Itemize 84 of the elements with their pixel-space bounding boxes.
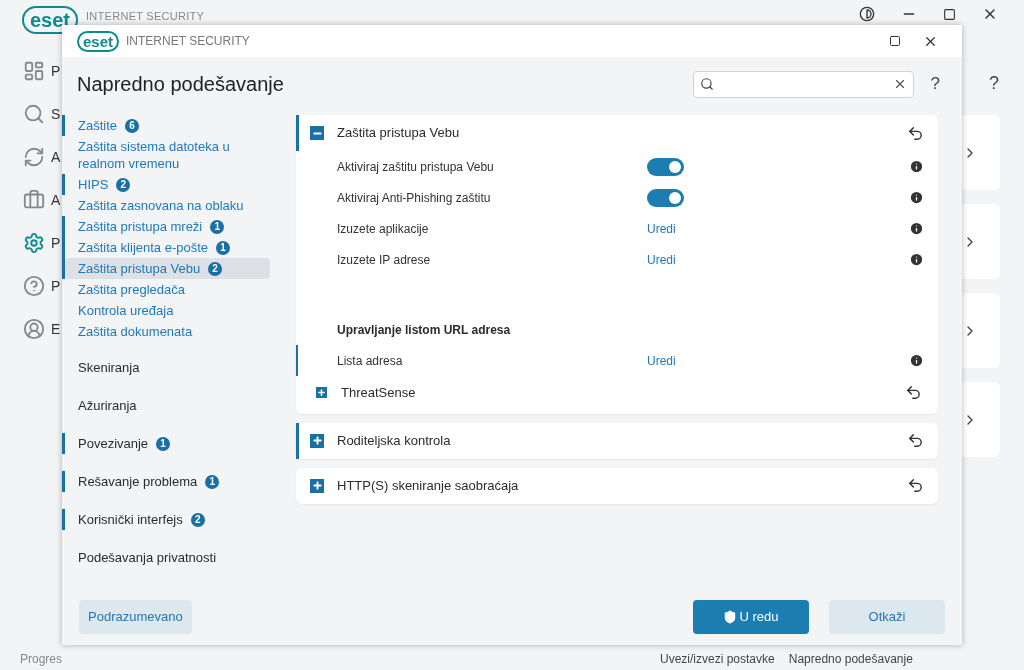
update-icon[interactable]	[23, 146, 45, 168]
nav-item[interactable]: Zaštita klijenta e-pošte 1	[65, 237, 270, 258]
nav-item[interactable]: Zaštita pristupa Vebu 2	[65, 258, 270, 279]
nav-label[interactable]: A	[51, 189, 61, 211]
search-icon[interactable]	[23, 103, 45, 125]
edit-link[interactable]: Uredi	[647, 219, 676, 238]
subsection-title[interactable]: ThreatSense	[341, 383, 416, 403]
nav-item[interactable]: Ažuriranja	[65, 395, 270, 416]
reset-icon[interactable]	[907, 432, 924, 449]
count-badge: 2	[190, 512, 205, 527]
panel-title[interactable]: HTTP(S) skeniranje saobraćaja	[337, 475, 519, 496]
panel-title[interactable]: Zaštita pristupa Vebu	[337, 123, 460, 143]
panel-title[interactable]: Roditeljska kontrola	[337, 430, 451, 451]
count-badge: 1	[216, 240, 231, 255]
nav-item[interactable]: Podešavanja privatnosti	[65, 547, 270, 568]
nav-label[interactable]: S	[51, 103, 61, 125]
expand-icon[interactable]	[316, 387, 327, 399]
search-field[interactable]	[692, 70, 914, 98]
help-button[interactable]: ?	[930, 71, 940, 97]
count-badge: 2	[208, 261, 223, 276]
setting-label: Lista adresa	[337, 352, 404, 370]
count-badge: 1	[156, 436, 171, 451]
count-badge: 2	[116, 177, 131, 192]
info-icon[interactable]	[909, 159, 924, 174]
nav-item[interactable]: Povezivanje 1	[65, 433, 270, 454]
contrast-icon[interactable]	[859, 6, 875, 22]
default-button[interactable]: Podrazumevano	[79, 600, 192, 634]
settings-icon[interactable]	[23, 232, 45, 254]
status-text: Progres	[20, 651, 63, 668]
dashboard-icon[interactable]	[23, 60, 45, 82]
dialog-title: Napredno podešavanje	[77, 72, 284, 97]
nav-item[interactable]: Zaštita dokumenata	[65, 321, 270, 342]
nav-item[interactable]: Rešavanje problema 1	[65, 471, 270, 492]
nav-item[interactable]: Kontrola uređaja	[65, 300, 270, 321]
help-button[interactable]: ?	[989, 70, 999, 97]
shield-icon	[723, 610, 738, 624]
nav-label[interactable]: P	[51, 275, 61, 297]
footer-link[interactable]: Uvezi/izvezi postavke	[660, 650, 775, 668]
count-badge: 1	[210, 219, 225, 234]
maximize-icon[interactable]	[889, 35, 901, 47]
eset-logo: eset	[77, 30, 120, 52]
product-name: INTERNET SECURITY	[86, 9, 205, 24]
info-icon[interactable]	[909, 190, 924, 205]
count-badge: 6	[125, 118, 139, 133]
section-heading: Upravljanje listom URL adresa	[337, 322, 512, 339]
info-icon[interactable]	[909, 353, 924, 368]
nav-item[interactable]: Zaštite 6	[65, 115, 270, 136]
info-icon[interactable]	[909, 221, 924, 236]
nav-item[interactable]: Skeniranja	[65, 357, 270, 378]
nav-label[interactable]: A	[51, 146, 61, 168]
search-icon	[699, 77, 714, 91]
ok-button[interactable]: U redu	[693, 600, 809, 634]
nav-item[interactable]: Korisnički interfejs 2	[65, 509, 270, 530]
setting-label: Izuzete IP adrese	[337, 251, 432, 269]
nav-label[interactable]: E	[51, 318, 61, 340]
help-icon[interactable]	[23, 275, 45, 297]
nav-item[interactable]: Zaštita pristupa mreži 1	[65, 216, 270, 237]
reset-icon[interactable]	[907, 477, 924, 494]
edit-link[interactable]: Uredi	[647, 250, 676, 269]
nav-item[interactable]: HIPS 2	[65, 174, 270, 195]
expand-icon[interactable]	[310, 433, 324, 448]
nav-item[interactable]: Zaštita pregledača	[65, 279, 270, 300]
reset-icon[interactable]	[905, 384, 922, 402]
tools-icon[interactable]	[23, 189, 45, 211]
nav-item[interactable]: Zaštita sistema datoteka u realnom vremenu	[65, 136, 270, 174]
toggle-switch[interactable]	[647, 188, 684, 207]
nav-label[interactable]: P	[51, 232, 61, 254]
nav-item[interactable]: Zaštita zasnovana na oblaku	[65, 195, 270, 216]
setting-label: Izuzete aplikacije	[337, 220, 430, 238]
count-badge: 1	[205, 474, 220, 489]
cancel-button[interactable]: Otkaži	[829, 600, 945, 634]
nav-label[interactable]: P	[51, 60, 61, 82]
reset-icon[interactable]	[907, 124, 924, 142]
setting-label: Aktiviraj zaštitu pristupa Vebu	[337, 158, 495, 176]
setting-label: Aktiviraj Anti-Phishing zaštitu	[337, 189, 492, 207]
collapse-icon[interactable]	[310, 126, 324, 140]
product-name: INTERNET SECURITY	[126, 33, 250, 50]
info-icon[interactable]	[909, 252, 924, 267]
account-icon[interactable]	[23, 318, 45, 340]
maximize-icon[interactable]	[943, 7, 956, 21]
expand-icon[interactable]	[310, 478, 324, 493]
edit-link[interactable]: Uredi	[647, 351, 676, 370]
toggle-switch[interactable]	[647, 157, 684, 176]
footer-link[interactable]: Napredno podešavanje	[788, 650, 913, 668]
